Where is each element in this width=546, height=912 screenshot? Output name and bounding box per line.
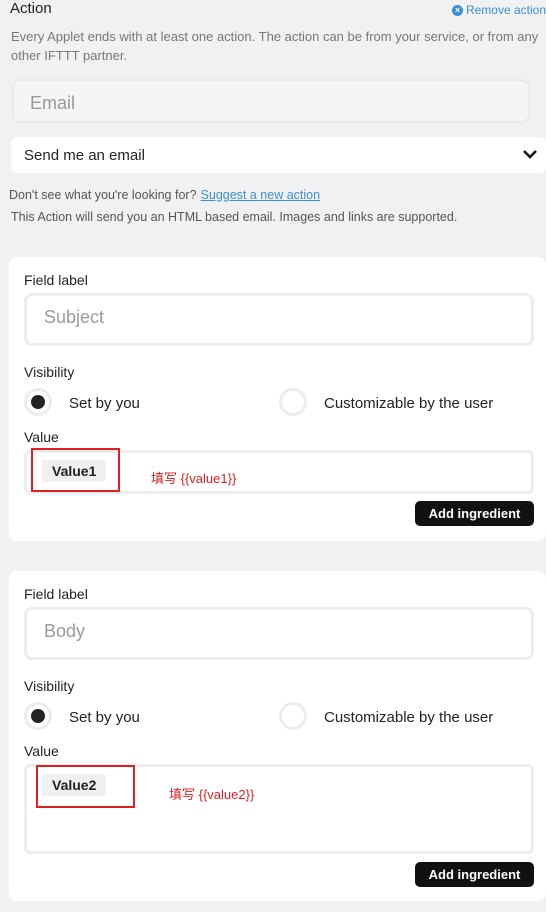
radio-customizable[interactable] xyxy=(279,388,307,416)
chevron-down-icon xyxy=(523,150,537,159)
value-heading: Value xyxy=(24,743,59,759)
annotation-text: 填写 {{value2}} xyxy=(169,787,255,802)
action-note: This Action will send you an HTML based … xyxy=(11,210,458,224)
highlight-box xyxy=(36,765,135,808)
radio-customizable-label: Customizable by the user xyxy=(324,395,494,412)
radio-customizable[interactable] xyxy=(279,702,307,730)
action-select[interactable]: Send me an email xyxy=(11,137,546,173)
hint-text: Don't see what you're looking for? xyxy=(9,188,197,202)
radio-set-by-you-label: Set by you xyxy=(69,709,140,726)
highlight-box xyxy=(31,448,120,492)
suggest-hint: Don't see what you're looking for? Sugges… xyxy=(9,188,320,202)
radio-set-by-you[interactable] xyxy=(24,702,52,730)
field-label-heading: Field label xyxy=(24,272,88,288)
field-label-input[interactable]: Body xyxy=(24,607,534,660)
remove-action-link[interactable]: × Remove action xyxy=(451,3,546,17)
service-input[interactable]: Email xyxy=(12,79,530,123)
value-heading: Value xyxy=(24,429,59,445)
field-label-heading: Field label xyxy=(24,586,88,602)
radio-set-by-you[interactable] xyxy=(24,388,52,416)
remove-icon: × xyxy=(451,4,463,16)
field-label-input[interactable]: Subject xyxy=(24,293,534,346)
suggest-action-link[interactable]: Suggest a new action xyxy=(201,188,321,202)
radio-customizable-label: Customizable by the user xyxy=(324,709,494,726)
add-ingredient-button[interactable]: Add ingredient xyxy=(415,501,534,526)
visibility-heading: Visibility xyxy=(24,364,75,380)
radio-set-by-you-label: Set by you xyxy=(69,395,140,412)
section-title: Action xyxy=(10,0,52,17)
visibility-heading: Visibility xyxy=(24,678,75,694)
annotation-text: 填写 {{value1}} xyxy=(151,471,237,486)
add-ingredient-button[interactable]: Add ingredient xyxy=(415,862,534,887)
action-select-value: Send me an email xyxy=(24,147,145,164)
remove-action-label: Remove action xyxy=(465,3,546,17)
field-card-subject: Field label Subject Visibility Set by yo… xyxy=(9,257,546,541)
field-card-body: Field label Body Visibility Set by you C… xyxy=(9,571,546,901)
section-description: Every Applet ends with at least one acti… xyxy=(11,29,539,63)
